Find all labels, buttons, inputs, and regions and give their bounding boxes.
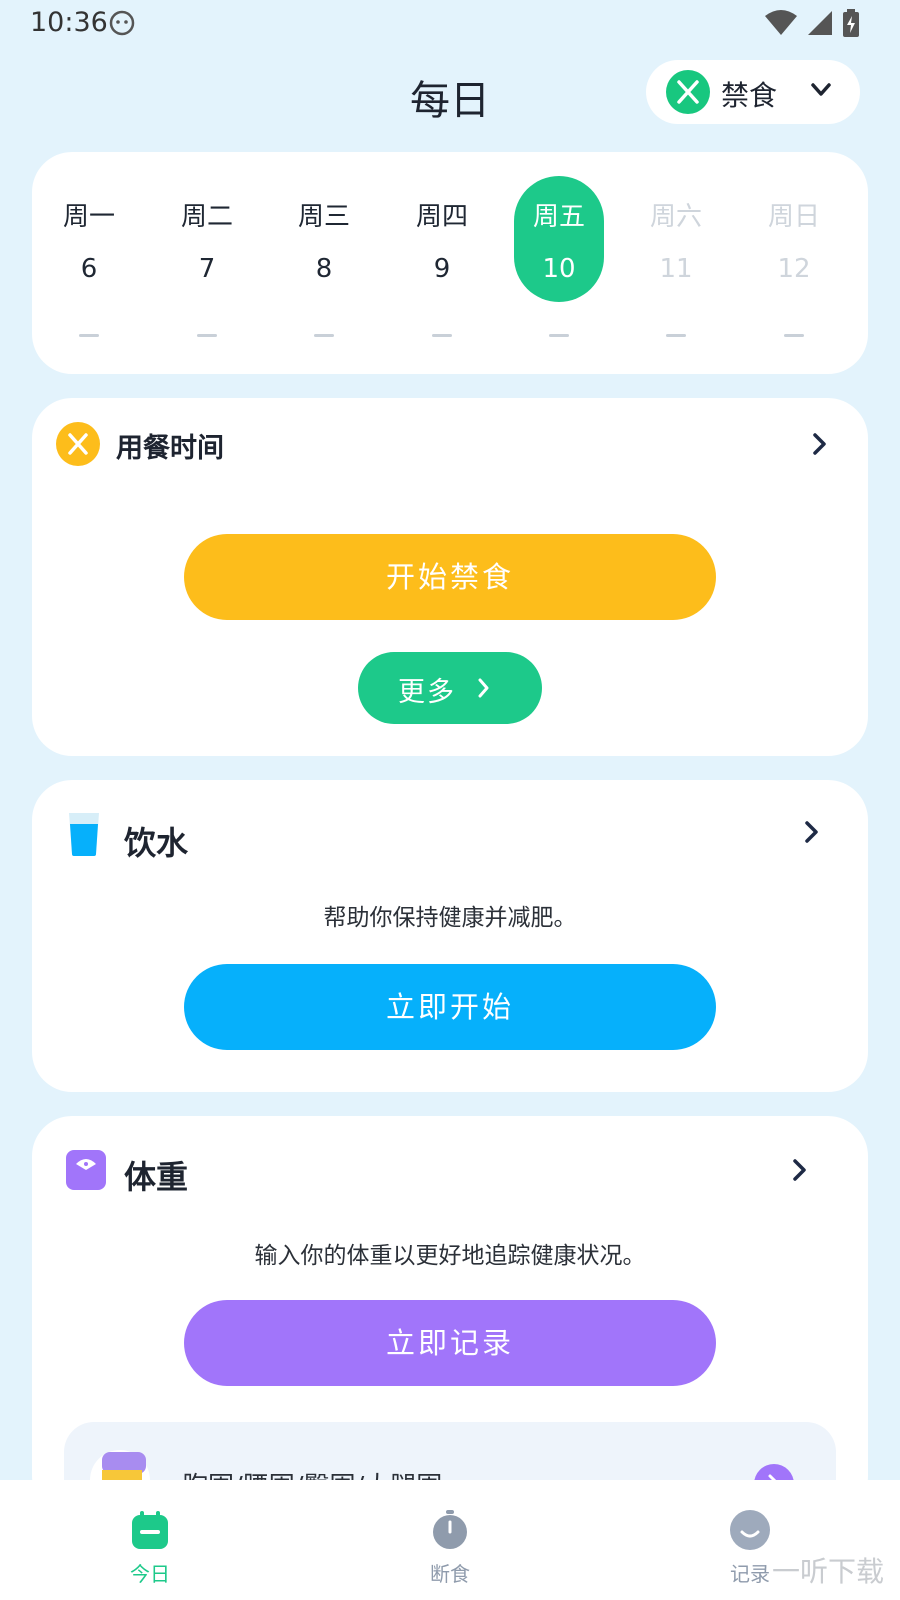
day-mon[interactable]: 周一 6 xyxy=(44,176,134,302)
record-weight-button[interactable]: 立即记录 xyxy=(184,1300,716,1386)
day-sun[interactable]: 周日 12 xyxy=(749,176,839,302)
day-fri-selected[interactable]: 周五 10 xyxy=(514,176,604,302)
stopwatch-icon xyxy=(433,1510,467,1549)
cat-notification-icon xyxy=(109,10,135,36)
day-date: 7 xyxy=(198,254,216,284)
wifi-icon xyxy=(765,10,797,35)
scale-icon xyxy=(66,1150,106,1190)
day-wed[interactable]: 周三 8 xyxy=(279,176,369,302)
tab-fasting[interactable]: 断食 xyxy=(390,1510,510,1587)
day-thu[interactable]: 周四 9 xyxy=(397,176,487,302)
day-marker xyxy=(666,334,686,337)
day-name: 周三 xyxy=(297,202,350,232)
day-sat[interactable]: 周六 11 xyxy=(631,176,721,302)
chevron-right-icon[interactable] xyxy=(812,432,828,456)
chevron-down-icon xyxy=(811,83,831,96)
status-time: 10:36 xyxy=(30,7,108,38)
weight-title: 体重 xyxy=(124,1158,189,1196)
watermark: 一听下载 xyxy=(771,1555,884,1588)
status-bar: 10:36 xyxy=(0,0,900,46)
day-marker xyxy=(197,334,217,337)
fork-knife-icon xyxy=(56,422,100,466)
day-marker xyxy=(314,334,334,337)
day-marker xyxy=(549,334,569,337)
day-marker xyxy=(784,334,804,337)
tab-label: 断食 xyxy=(430,1562,470,1586)
day-date: 8 xyxy=(315,254,333,284)
meal-card: 用餐时间 开始禁食 更多 xyxy=(32,398,868,756)
start-water-button[interactable]: 立即开始 xyxy=(184,964,716,1050)
day-name: 周二 xyxy=(180,202,233,232)
tab-label: 今日 xyxy=(130,1562,170,1586)
weight-card: 体重 输入你的体重以更好地追踪健康状况。 立即记录 胸围/腰围/臀围/大腿围 xyxy=(32,1116,868,1516)
more-label: 更多 xyxy=(398,677,456,708)
day-date: 12 xyxy=(777,254,811,284)
calendar-icon xyxy=(132,1511,168,1549)
chevron-right-icon[interactable] xyxy=(804,820,820,844)
day-name: 周四 xyxy=(415,202,468,232)
bottom-tab-bar: 今日 断食 记录 一听下载 xyxy=(0,1480,900,1600)
day-date: 10 xyxy=(542,254,576,284)
day-tue[interactable]: 周二 7 xyxy=(162,176,252,302)
day-date: 6 xyxy=(80,254,98,284)
day-name: 周一 xyxy=(62,202,115,232)
battery-icon xyxy=(843,9,859,37)
day-date: 11 xyxy=(659,254,693,284)
meal-title: 用餐时间 xyxy=(116,433,224,464)
signal-icon xyxy=(808,11,832,35)
tab-today[interactable]: 今日 xyxy=(90,1510,210,1587)
day-name: 周六 xyxy=(649,202,702,232)
smiley-icon xyxy=(730,1510,770,1550)
day-marker xyxy=(432,334,452,337)
water-card: 饮水 帮助你保持健康并减肥。 立即开始 xyxy=(32,780,868,1092)
chevron-right-icon xyxy=(478,678,489,698)
week-calendar-card: 周一 6 周二 7 周三 8 周四 9 周五 10 周六 11 周日 12 xyxy=(32,152,868,374)
start-fasting-button[interactable]: 开始禁食 xyxy=(184,534,716,620)
day-date: 9 xyxy=(433,254,451,284)
more-button[interactable]: 更多 xyxy=(358,652,542,724)
day-name: 周日 xyxy=(767,202,820,232)
header: 每日 禁食 xyxy=(0,56,900,132)
water-title: 饮水 xyxy=(124,824,189,862)
chevron-right-icon[interactable] xyxy=(792,1158,808,1182)
mode-label: 禁食 xyxy=(721,79,778,112)
mode-selector[interactable]: 禁食 xyxy=(646,60,860,124)
day-marker xyxy=(79,334,99,337)
weight-description: 输入你的体重以更好地追踪健康状况。 xyxy=(254,1243,646,1269)
fork-knife-icon xyxy=(666,70,710,114)
day-name: 周五 xyxy=(532,202,585,232)
water-glass-icon xyxy=(69,813,99,856)
water-description: 帮助你保持健康并减肥。 xyxy=(323,905,577,931)
